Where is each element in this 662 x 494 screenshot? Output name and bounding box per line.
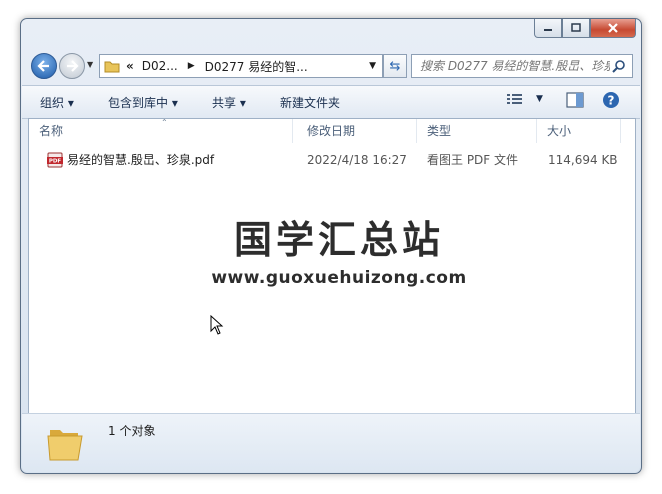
watermark-title: 国学汇总站	[233, 218, 444, 262]
forward-arrow-icon	[67, 60, 79, 72]
pdf-icon: PDF	[47, 152, 63, 175]
address-bar[interactable]: « D02... ▶ D0277 易经的智... ▼	[99, 54, 383, 78]
organize-label: 组织	[40, 96, 65, 110]
breadcrumb-item[interactable]: D02...	[142, 59, 178, 73]
file-size: 114,694 KB	[548, 153, 618, 167]
watermark-url: www.guoxuehuizong.com	[211, 268, 467, 288]
file-type: 看图王 PDF 文件	[427, 153, 519, 167]
file-date: 2022/4/18 16:27	[307, 153, 407, 167]
organize-button[interactable]: 组织 ▾	[40, 94, 74, 111]
folder-icon	[104, 61, 120, 73]
view-dropdown-icon[interactable]: ▼	[536, 94, 543, 104]
file-name[interactable]: 易经的智慧.殷旵、珍泉.pdf	[67, 149, 214, 171]
mouse-cursor-icon	[210, 315, 224, 335]
include-in-library-button[interactable]: 包含到库中 ▾	[108, 94, 178, 111]
address-dropdown-icon[interactable]: ▼	[369, 61, 376, 71]
column-header-name[interactable]: 名称 ⌃	[29, 118, 293, 143]
command-bar: 组织 ▾ 包含到库中 ▾ 共享 ▾ 新建文件夹 ▼ ?	[22, 85, 640, 119]
back-button[interactable]	[31, 53, 57, 79]
include-in-library-label: 包含到库中	[108, 96, 169, 110]
svg-text:PDF: PDF	[49, 159, 62, 165]
sort-ascending-icon: ⌃	[161, 118, 168, 127]
search-icon[interactable]	[612, 59, 626, 73]
column-header-size[interactable]: 大小	[537, 119, 621, 143]
new-folder-button[interactable]: 新建文件夹	[280, 94, 340, 111]
column-name-label: 名称	[39, 124, 64, 138]
minimize-button[interactable]	[534, 19, 562, 38]
forward-button[interactable]	[59, 53, 85, 79]
file-row[interactable]: PDF 易经的智慧.殷旵、珍泉.pdf 2022/4/18 16:27 看图王 …	[29, 149, 635, 171]
breadcrumb-item[interactable]: D0277 易经的智...	[205, 58, 308, 75]
item-count: 1 个对象	[108, 424, 156, 438]
change-view-button[interactable]	[506, 92, 524, 109]
refresh-icon: ⇆	[389, 58, 401, 74]
share-label: 共享	[212, 96, 237, 110]
explorer-window: ▼ « D02... ▶ D0277 易经的智... ▼ ⇆ 组织 ▾ 包含到库…	[20, 18, 642, 474]
close-icon	[608, 23, 618, 33]
details-pane: 1 个对象	[22, 413, 640, 472]
column-header-type[interactable]: 类型	[417, 119, 537, 143]
breadcrumb-overflow[interactable]: «	[126, 59, 134, 73]
address-row: ▼ « D02... ▶ D0277 易经的智... ▼ ⇆	[27, 51, 633, 81]
file-list: 名称 ⌃ 修改日期 类型 大小 PDF 易经的智慧.殷旵、珍泉.pdf 2022…	[28, 118, 636, 414]
search-input[interactable]	[418, 58, 612, 74]
minimize-icon	[544, 29, 552, 31]
back-arrow-icon	[37, 60, 49, 72]
view-list-icon	[507, 94, 522, 104]
history-dropdown[interactable]: ▼	[87, 60, 93, 69]
watermark: 国学汇总站 www.guoxuehuizong.com	[179, 209, 499, 288]
search-box[interactable]	[411, 54, 633, 78]
refresh-button[interactable]: ⇆	[383, 54, 407, 78]
maximize-icon	[571, 23, 581, 32]
close-button[interactable]	[590, 19, 636, 38]
preview-pane-button[interactable]	[566, 92, 584, 111]
maximize-button[interactable]	[562, 19, 590, 38]
folder-large-icon	[47, 430, 83, 461]
help-button[interactable]: ?	[602, 91, 620, 112]
svg-text:?: ?	[608, 94, 615, 108]
preview-pane-icon	[566, 92, 584, 108]
column-header-date[interactable]: 修改日期	[297, 119, 417, 143]
share-button[interactable]: 共享 ▾	[212, 94, 246, 111]
help-icon: ?	[603, 92, 619, 108]
breadcrumb-separator-icon[interactable]: ▶	[188, 61, 195, 71]
caption-buttons	[534, 19, 636, 38]
